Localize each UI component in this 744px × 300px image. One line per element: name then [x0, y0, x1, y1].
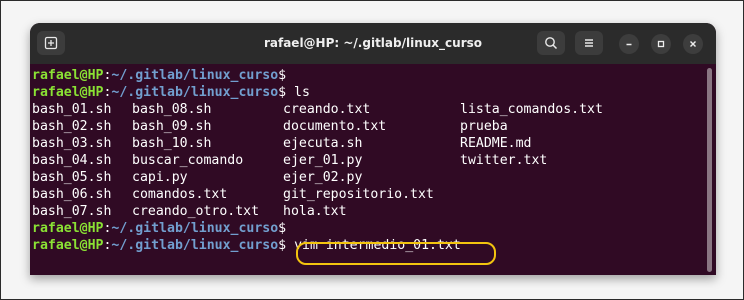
- file-entry: bash_02.sh: [32, 119, 112, 134]
- minimize-icon: [626, 43, 632, 46]
- prompt-path: ~/.gitlab/linux_curso: [111, 238, 279, 253]
- maximize-button[interactable]: [651, 34, 671, 54]
- prompt-user-host: rafael@HP: [32, 238, 104, 253]
- file-entry: bash_03.sh: [32, 136, 112, 151]
- file-entry: prueba: [460, 119, 508, 134]
- prompt-user-host: rafael@HP: [32, 85, 104, 100]
- close-button[interactable]: [683, 34, 703, 54]
- prompt-path: ~/.gitlab/linux_curso: [111, 221, 279, 236]
- file-entry: capi.py: [132, 170, 188, 185]
- minimize-button[interactable]: [619, 34, 639, 54]
- terminal-window: rafael@HP: ~/.gitlab/linux_curso rafael@…: [30, 23, 716, 275]
- file-entry: README.md: [460, 136, 532, 151]
- search-button[interactable]: [537, 31, 565, 55]
- menu-button[interactable]: [575, 31, 603, 55]
- file-entry: twitter.txt: [460, 153, 548, 168]
- screenshot-frame: rafael@HP: ~/.gitlab/linux_curso rafael@…: [0, 0, 744, 300]
- file-entry: buscar_comando: [132, 153, 244, 168]
- file-entry: creando_otro.txt: [132, 204, 260, 219]
- ls-command: ls: [286, 85, 310, 100]
- prompt-path: ~/.gitlab/linux_curso: [111, 68, 279, 83]
- search-icon: [545, 37, 558, 50]
- file-entry: bash_01.sh: [32, 102, 112, 117]
- scrollbar[interactable]: [707, 68, 712, 272]
- prompt-line: rafael@HP:~/.gitlab/linux_curso$: [32, 220, 286, 237]
- file-entry: documento.txt: [283, 119, 387, 134]
- file-entry: bash_05.sh: [32, 170, 112, 185]
- prompt-path: ~/.gitlab/linux_curso: [111, 85, 279, 100]
- prompt-symbol: $: [278, 85, 287, 100]
- file-entry: ejecuta.sh: [283, 136, 363, 151]
- terminal-output[interactable]: rafael@HP:~/.gitlab/linux_curso$ rafael@…: [30, 64, 716, 275]
- file-entry: bash_04.sh: [32, 153, 112, 168]
- file-entry: bash_09.sh: [132, 119, 212, 134]
- prompt-symbol: $: [278, 68, 287, 83]
- hamburger-menu-icon: [585, 39, 593, 47]
- file-entry: bash_10.sh: [132, 136, 212, 151]
- file-entry: bash_06.sh: [32, 187, 112, 202]
- window-title: rafael@HP: ~/.gitlab/linux_curso: [263, 36, 483, 50]
- file-entry: bash_07.sh: [32, 204, 112, 219]
- file-entry: creando.txt: [283, 102, 371, 117]
- prompt-line: rafael@HP:~/.gitlab/linux_curso$: [32, 67, 286, 84]
- command-highlight-outline: [296, 242, 496, 265]
- file-entry: bash_08.sh: [132, 102, 212, 117]
- prompt-user-host: rafael@HP: [32, 221, 104, 236]
- file-entry: git_repositorio.txt: [283, 187, 434, 202]
- prompt-symbol: $: [278, 221, 287, 236]
- file-entry: hola.txt: [283, 204, 347, 219]
- file-entry: ejer_02.py: [283, 170, 363, 185]
- file-entry: ejer_01.py: [283, 153, 363, 168]
- prompt-symbol: $: [278, 238, 287, 253]
- prompt-line: rafael@HP:~/.gitlab/linux_curso$ ls: [32, 84, 310, 101]
- file-entry: comandos.txt: [132, 187, 228, 202]
- prompt-user-host: rafael@HP: [32, 68, 104, 83]
- close-icon: [690, 41, 696, 47]
- title-bar: rafael@HP: ~/.gitlab/linux_curso: [30, 23, 716, 64]
- maximize-icon: [657, 40, 665, 48]
- file-entry: lista_comandos.txt: [460, 102, 603, 117]
